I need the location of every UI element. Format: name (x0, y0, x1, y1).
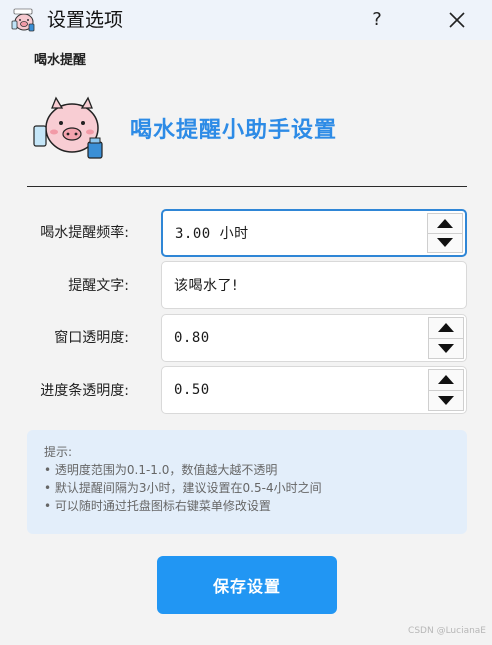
reminder-text-input[interactable]: 该喝水了! (161, 261, 467, 309)
frequency-value[interactable]: 3.00 小时 (175, 211, 249, 255)
frequency-down-button[interactable] (427, 233, 463, 253)
tips-panel: 提示: • 透明度范围为0.1-1.0，数值越大越不透明 • 默认提醒间隔为3小… (27, 430, 467, 534)
tips-line: • 可以随时通过托盘图标右键菜单修改设置 (44, 499, 271, 513)
reminder-text-value[interactable]: 该喝水了! (174, 262, 238, 308)
progress-opacity-spin-buttons (428, 369, 464, 411)
pig-mascot-logo: 喝水提醒 (33, 52, 103, 159)
window-opacity-value[interactable]: 0.80 (174, 315, 210, 361)
progress-opacity-value[interactable]: 0.50 (174, 367, 210, 413)
watermark: CSDN @LucianaE (408, 626, 486, 636)
window-opacity-label: 窗口透明度: (54, 330, 129, 346)
tips-line: • 默认提醒间隔为3小时，建议设置在0.5-4小时之间 (44, 481, 322, 495)
triangle-up-icon (437, 218, 453, 228)
tips-title: 提示: (44, 445, 73, 459)
pig-mascot-icon (11, 8, 35, 32)
progress-opacity-up-button[interactable] (428, 369, 464, 391)
window-opacity-down-button[interactable] (428, 338, 464, 359)
divider (27, 186, 467, 187)
triangle-down-icon (437, 238, 453, 248)
frequency-spinbox[interactable]: 3.00 小时 (161, 209, 467, 257)
window-opacity-spinbox[interactable]: 0.80 (161, 314, 467, 362)
frequency-label: 喝水提醒频率: (40, 225, 129, 241)
reminder-text-label: 提醒文字: (68, 278, 129, 294)
frequency-up-button[interactable] (427, 213, 463, 234)
title-bar: 设置选项 ? (0, 0, 492, 40)
logo-text: 喝水提醒 (34, 52, 86, 68)
frequency-spin-buttons (427, 213, 463, 253)
page-heading: 喝水提醒小助手设置 (130, 118, 338, 143)
help-button[interactable]: ? (360, 4, 394, 36)
triangle-up-icon (438, 375, 454, 385)
close-icon[interactable] (437, 4, 477, 36)
progress-opacity-label: 进度条透明度: (40, 383, 129, 399)
triangle-up-icon (438, 323, 454, 333)
window-title: 设置选项 (47, 9, 124, 31)
triangle-down-icon (438, 395, 454, 405)
window-opacity-spin-buttons (428, 317, 464, 359)
window-opacity-up-button[interactable] (428, 317, 464, 339)
progress-opacity-spinbox[interactable]: 0.50 (161, 366, 467, 414)
save-button[interactable]: 保存设置 (157, 556, 337, 614)
progress-opacity-down-button[interactable] (428, 390, 464, 411)
triangle-down-icon (438, 343, 454, 353)
tips-line: • 透明度范围为0.1-1.0，数值越大越不透明 (44, 463, 278, 477)
